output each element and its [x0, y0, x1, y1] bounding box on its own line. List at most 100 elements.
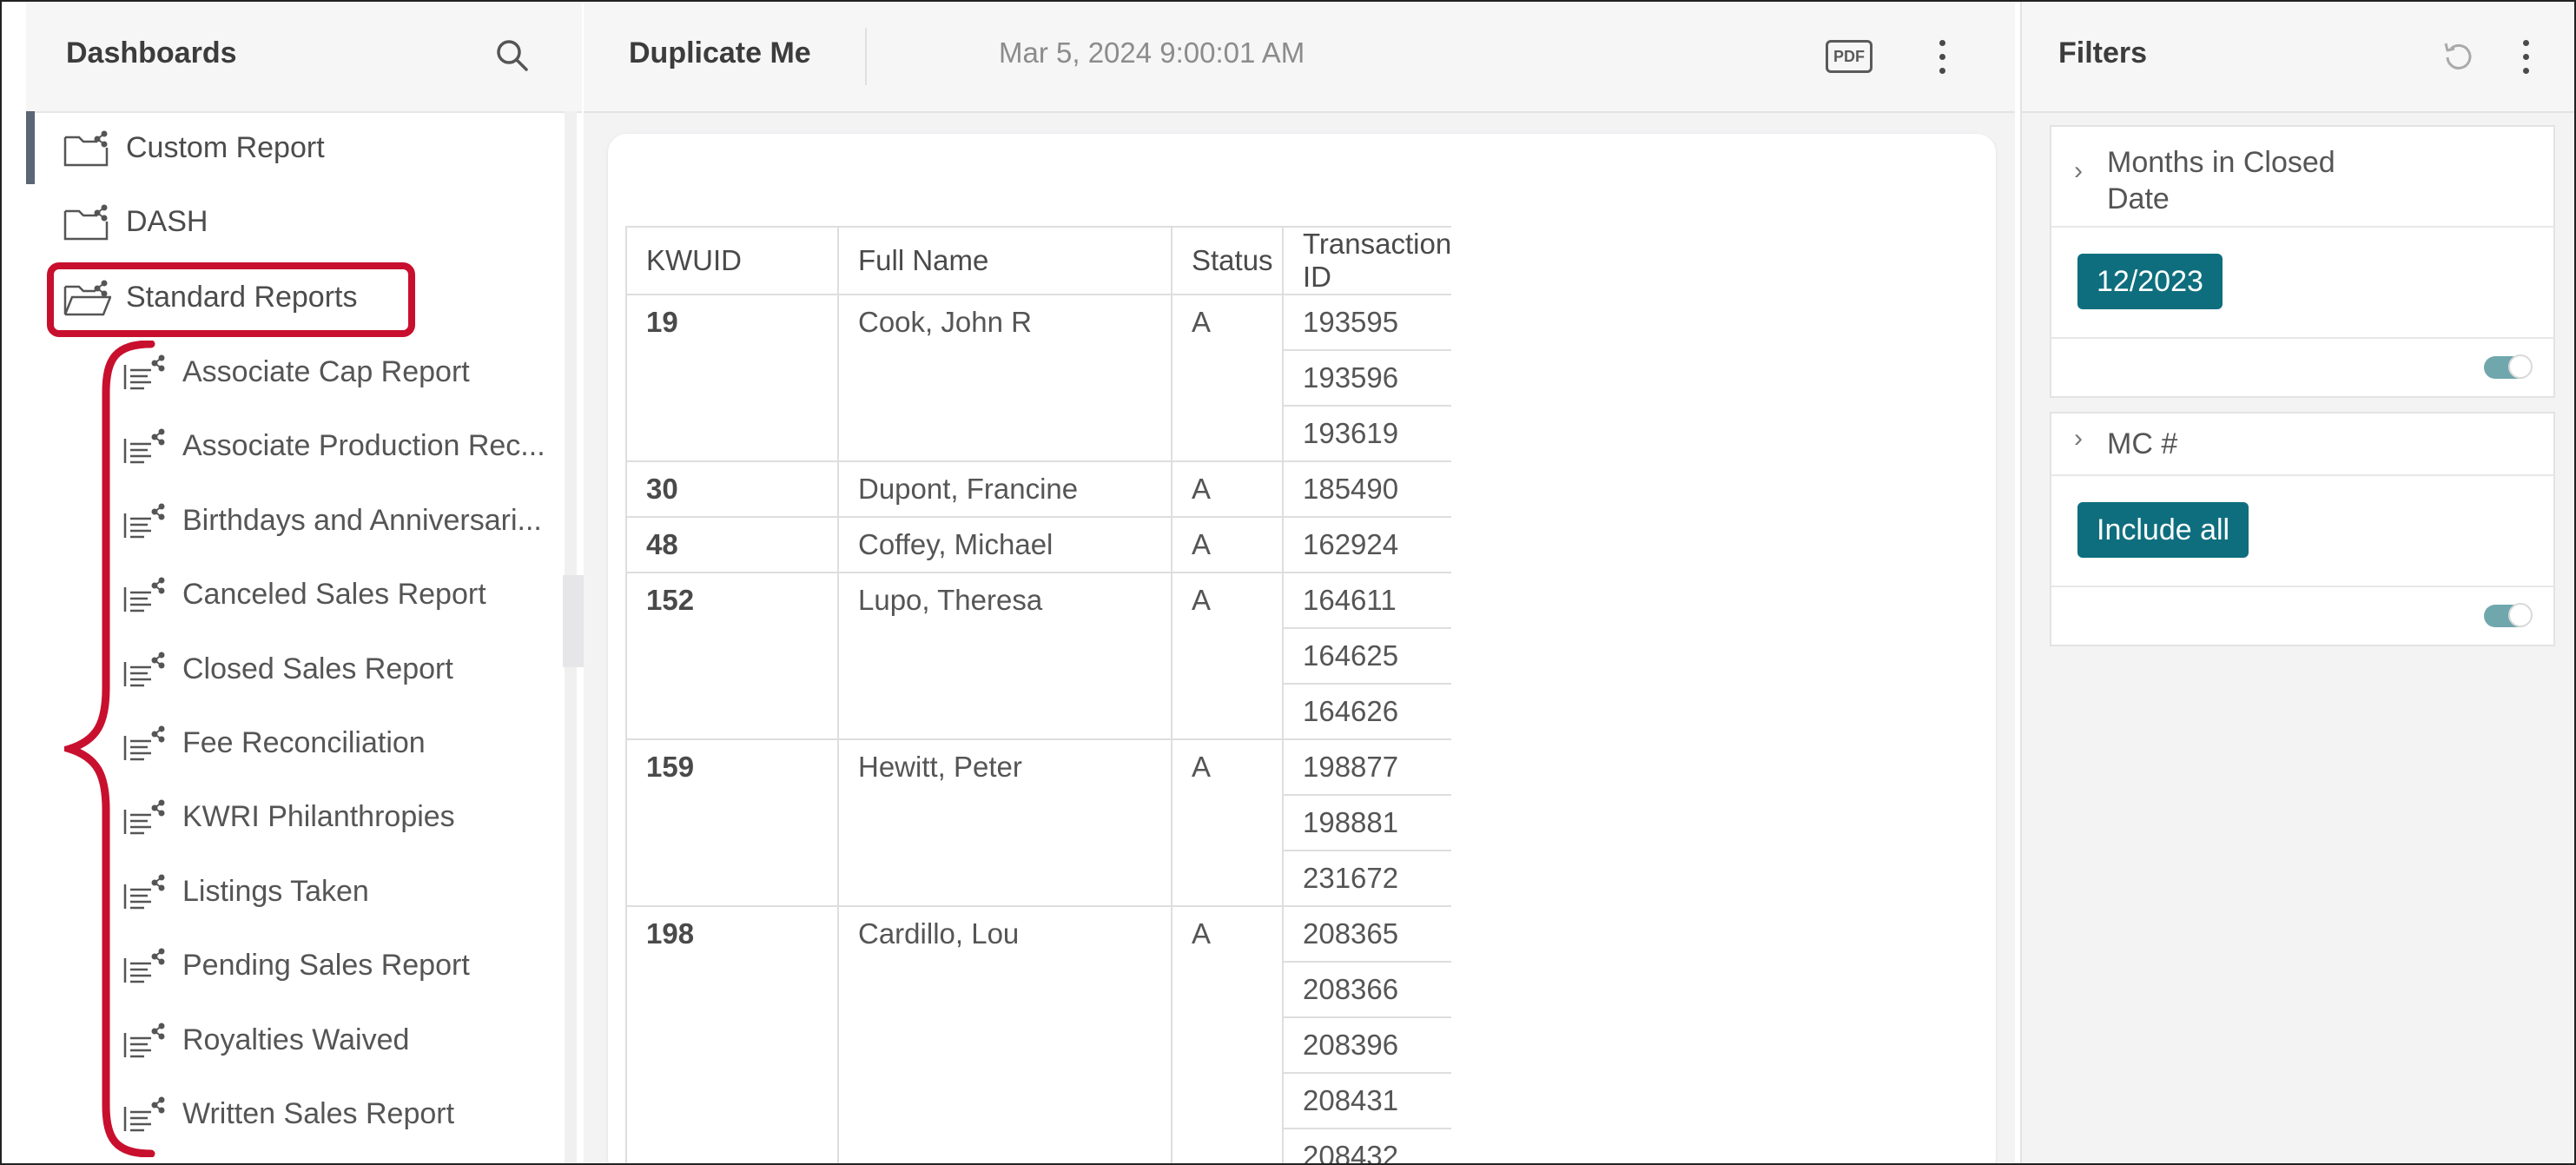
- cell-kwuid: 152: [625, 572, 839, 740]
- filters-panel: Filters › Months in Closed Date 12/2023: [2020, 2, 2574, 1163]
- cell-full-name: Cook, John R: [837, 294, 1172, 462]
- collapse-sidebar-handle[interactable]: [563, 575, 584, 667]
- sidebar-item-custom-report[interactable]: Custom Report: [26, 113, 582, 186]
- sidebar-subitem-label: Pending Sales Report: [182, 949, 470, 982]
- search-icon[interactable]: [492, 35, 533, 76]
- column-header-status[interactable]: Status: [1171, 226, 1284, 295]
- sidebar-item-label: Custom Report: [126, 131, 325, 164]
- sidebar-subitem-label: Listings Taken: [182, 875, 369, 908]
- cell-status: A: [1171, 572, 1284, 740]
- cell-transaction-id: 198877: [1281, 738, 1452, 796]
- cell-status: A: [1171, 738, 1284, 907]
- filter-card-months-closed: › Months in Closed Date 12/2023: [2050, 125, 2555, 398]
- cell-transaction-id: 164611: [1281, 572, 1452, 629]
- report-title: Duplicate Me: [629, 36, 811, 70]
- sidebar-item-label: DASH: [126, 205, 208, 238]
- report-header: Duplicate Me Mar 5, 2024 9:00:01 AM PDF: [584, 2, 2015, 113]
- column-header-kwuid[interactable]: KWUID: [625, 226, 839, 295]
- cell-kwuid: 159: [625, 738, 839, 907]
- filter-card-header[interactable]: › Months in Closed Date: [2051, 127, 2553, 228]
- cell-transaction-id: 208432: [1281, 1128, 1452, 1163]
- chevron-right-icon: ›: [2074, 424, 2083, 453]
- filter-value-chip[interactable]: 12/2023: [2077, 254, 2223, 309]
- cell-full-name: Cardillo, Lou: [837, 905, 1172, 1163]
- header-divider: [865, 28, 867, 85]
- sidebar-subitem-label: Royalties Waived: [182, 1023, 410, 1056]
- more-options-icon[interactable]: [2520, 36, 2531, 78]
- table-row: 159 Hewitt, Peter A 198877: [625, 738, 1452, 907]
- sidebar-subitem-label: Birthdays and Anniversari...: [182, 504, 542, 537]
- cell-transaction-id: 208431: [1281, 1072, 1452, 1129]
- table-viewport: KWUID Full Name Status Transaction ID 19…: [608, 134, 1977, 1163]
- table-row: 30 Dupont, Francine A 185490: [625, 460, 1452, 518]
- filter-name: Months in Closed Date: [2107, 146, 2335, 215]
- more-options-icon[interactable]: [1937, 36, 1947, 78]
- filter-card-footer: [2051, 339, 2553, 396]
- cell-transaction-id: 231672: [1281, 850, 1452, 907]
- cell-transaction-id: 193596: [1281, 349, 1452, 407]
- table-row: 198 Cardillo, Lou A 208365: [625, 905, 1452, 1163]
- table-row: 152 Lupo, Theresa A 164611: [625, 572, 1452, 740]
- table-header-row: KWUID Full Name Status Transaction ID: [625, 226, 1452, 295]
- sidebar-title: Dashboards: [66, 36, 237, 70]
- cell-transaction-id: 193595: [1281, 294, 1452, 351]
- cell-transaction-id: 208366: [1281, 961, 1452, 1018]
- sidebar-subitem-label: Associate Cap Report: [182, 355, 470, 388]
- cell-status: A: [1171, 516, 1284, 573]
- filter-name: MC #: [2107, 427, 2178, 460]
- cell-transaction-id: 198881: [1281, 794, 1452, 851]
- cell-kwuid: 198: [625, 905, 839, 1163]
- cell-status: A: [1171, 294, 1284, 462]
- report-card: KWUID Full Name Status Transaction ID 19…: [608, 134, 1996, 1163]
- report-main-panel: Duplicate Me Mar 5, 2024 9:00:01 AM PDF …: [584, 2, 2015, 1163]
- filter-card-mc: › MC # Include all: [2050, 412, 2555, 646]
- reset-icon[interactable]: [2439, 38, 2477, 76]
- cell-full-name: Coffey, Michael: [837, 516, 1172, 573]
- cell-kwuid: 48: [625, 516, 839, 573]
- filter-card-footer: [2051, 587, 2553, 645]
- cell-transaction-id: 193619: [1281, 405, 1452, 462]
- table-row: 48 Coffey, Michael A 162924: [625, 516, 1452, 573]
- table-row: 19 Cook, John R A 193595: [625, 294, 1452, 462]
- sidebar-header: Dashboards: [26, 2, 582, 113]
- filter-card-body: Include all: [2051, 476, 2553, 587]
- filter-value-chip[interactable]: Include all: [2077, 502, 2249, 558]
- sidebar-subitem-label: Written Sales Report: [182, 1097, 455, 1130]
- cell-transaction-id: 162924: [1281, 516, 1452, 573]
- sidebar-subitem-label: Canceled Sales Report: [182, 578, 486, 611]
- cell-transaction-id: 185490: [1281, 460, 1452, 518]
- cell-full-name: Hewitt, Peter: [837, 738, 1172, 907]
- cell-transaction-id: 164625: [1281, 627, 1452, 685]
- cell-transaction-id: 208396: [1281, 1016, 1452, 1074]
- dashboards-sidebar: Dashboards Custom Report DASH Standard R…: [26, 2, 582, 1163]
- column-header-transaction-id[interactable]: Transaction ID: [1281, 226, 1452, 295]
- sidebar-subitem-label: Associate Production Rec...: [182, 429, 545, 462]
- app-window: Dashboards Custom Report DASH Standard R…: [0, 0, 2576, 1165]
- filter-card-body: 12/2023: [2051, 228, 2553, 339]
- highlight-box-annotation: [47, 262, 415, 337]
- sidebar-subitem-label: Fee Reconciliation: [182, 726, 426, 759]
- sidebar-subitem-label: Closed Sales Report: [182, 652, 453, 685]
- folder-share-icon: [63, 130, 109, 167]
- pdf-export-button[interactable]: PDF: [1826, 40, 1873, 73]
- filter-card-header[interactable]: › MC #: [2051, 414, 2553, 476]
- report-timestamp: Mar 5, 2024 9:00:01 AM: [999, 36, 1305, 69]
- filters-header: Filters: [2022, 2, 2574, 113]
- cell-full-name: Dupont, Francine: [837, 460, 1172, 518]
- cell-transaction-id: 208365: [1281, 905, 1452, 963]
- cell-kwuid: 19: [625, 294, 839, 462]
- cell-kwuid: 30: [625, 460, 839, 518]
- report-table: KWUID Full Name Status Transaction ID 19…: [625, 226, 1452, 1163]
- sidebar-item-dash[interactable]: DASH: [26, 187, 582, 260]
- cell-transaction-id: 164626: [1281, 683, 1452, 740]
- chevron-right-icon: ›: [2074, 156, 2083, 185]
- filter-toggle[interactable]: [2484, 354, 2533, 379]
- cell-full-name: Lupo, Theresa: [837, 572, 1172, 740]
- folder-share-icon: [63, 204, 109, 241]
- cell-status: A: [1171, 460, 1284, 518]
- sidebar-subitem-label: KWRI Philanthropies: [182, 800, 455, 833]
- column-header-full-name[interactable]: Full Name: [837, 226, 1172, 295]
- filter-toggle[interactable]: [2484, 603, 2533, 627]
- curly-brace-annotation: [64, 341, 155, 1157]
- filters-title: Filters: [2058, 36, 2148, 70]
